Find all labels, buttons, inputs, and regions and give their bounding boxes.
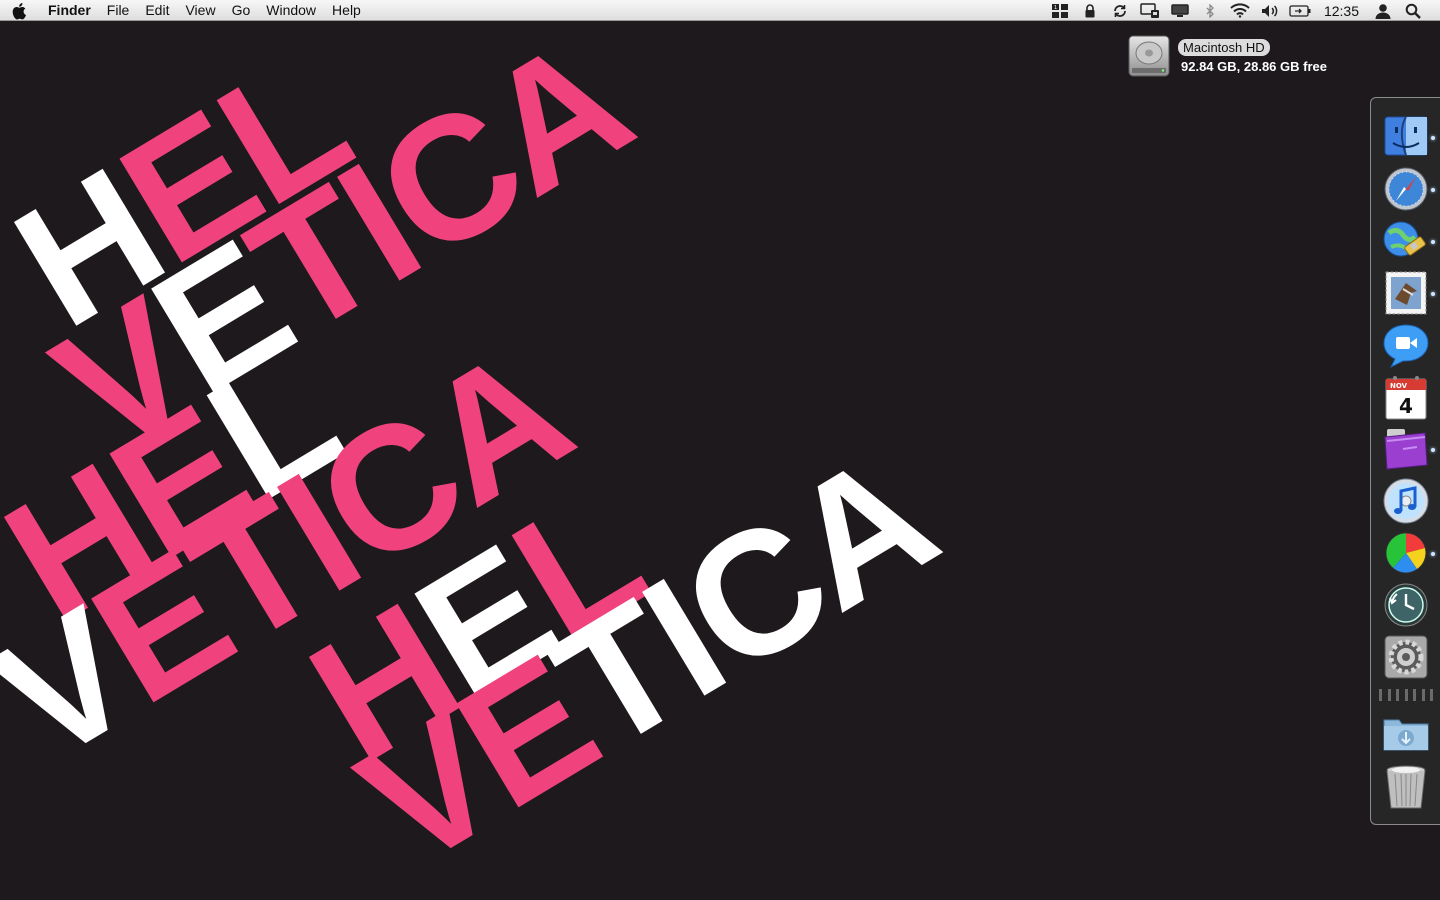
downloads-folder-icon — [1383, 719, 1429, 751]
network-globe-running-indicator — [1431, 240, 1435, 244]
spaces-icon[interactable]: 1 — [1045, 0, 1075, 21]
user-icon[interactable] — [1368, 0, 1398, 21]
time-machine-icon — [1384, 583, 1428, 627]
network-globe-icon — [1383, 221, 1426, 257]
mail-running-indicator — [1431, 292, 1435, 296]
system-preferences-icon — [1384, 635, 1428, 679]
drive-info-label: 92.84 GB, 28.86 GB free — [1181, 59, 1327, 74]
ichat-icon — [1383, 324, 1429, 369]
dock-finder[interactable] — [1381, 113, 1431, 163]
display-mirroring-icon[interactable] — [1135, 0, 1165, 21]
mail-icon — [1385, 271, 1427, 315]
safari-icon — [1384, 167, 1428, 211]
bluetooth-icon[interactable] — [1195, 0, 1225, 21]
dock: NOV 4 — [1370, 97, 1440, 825]
dock-color-wheel[interactable] — [1381, 529, 1431, 579]
menu-file[interactable]: File — [99, 0, 138, 21]
sync-icon[interactable] — [1105, 0, 1135, 21]
ical-day-label: 4 — [1399, 394, 1413, 418]
lock-icon[interactable] — [1075, 0, 1105, 21]
menu-clock[interactable]: 12:35 — [1315, 3, 1368, 19]
menu-help[interactable]: Help — [324, 0, 369, 21]
volume-icon[interactable] — [1255, 0, 1285, 21]
dock-safari[interactable] — [1381, 165, 1431, 215]
menu-edit[interactable]: Edit — [137, 0, 177, 21]
color-wheel-running-indicator — [1431, 552, 1435, 556]
purple-folder-icon — [1384, 429, 1428, 470]
wifi-icon[interactable] — [1225, 0, 1255, 21]
dock-network-globe[interactable] — [1381, 217, 1431, 267]
desktop: HEL VETICA HEL VETICA HEL VETICA Finder — [0, 0, 1440, 900]
safari-running-indicator — [1431, 188, 1435, 192]
dock-time-machine[interactable] — [1381, 581, 1431, 631]
itunes-icon — [1383, 478, 1429, 524]
dock-system-preferences[interactable] — [1381, 633, 1431, 683]
menu-window[interactable]: Window — [258, 0, 324, 21]
dock-purple-folder-app[interactable] — [1381, 425, 1431, 475]
menu-view[interactable]: View — [177, 0, 223, 21]
dock-trash[interactable] — [1381, 762, 1431, 812]
drive-name-label[interactable]: Macintosh HD — [1178, 39, 1270, 56]
desktop-drive-macintosh-hd[interactable]: Macintosh HD 92.84 GB, 28.86 GB free — [1126, 33, 1336, 81]
dock-ichat[interactable] — [1381, 321, 1431, 371]
ical-month-label: NOV — [1390, 382, 1408, 390]
dock-itunes[interactable] — [1381, 477, 1431, 527]
color-wheel-icon — [1385, 532, 1427, 574]
battery-icon[interactable] — [1285, 0, 1315, 21]
purple-folder-app-running-indicator — [1431, 448, 1435, 452]
menu-bar: Finder File Edit View Go Window Help 1 1… — [0, 0, 1440, 21]
ical-icon: NOV 4 — [1385, 376, 1427, 420]
dock-downloads-stack[interactable] — [1381, 710, 1431, 760]
dock-separator — [1379, 688, 1433, 702]
airplay-icon[interactable] — [1165, 0, 1195, 21]
svg-text:1: 1 — [1054, 5, 1057, 11]
menu-go[interactable]: Go — [224, 0, 259, 21]
finder-running-indicator — [1431, 136, 1435, 140]
dock-ical[interactable]: NOV 4 — [1381, 373, 1431, 423]
apple-menu-icon[interactable] — [10, 1, 30, 21]
trash-icon — [1386, 765, 1426, 809]
spotlight-icon[interactable] — [1398, 0, 1428, 21]
app-menu-finder[interactable]: Finder — [40, 0, 99, 21]
finder-icon — [1384, 116, 1428, 156]
dock-mail[interactable] — [1381, 269, 1431, 319]
hard-drive-icon[interactable] — [1126, 33, 1172, 84]
